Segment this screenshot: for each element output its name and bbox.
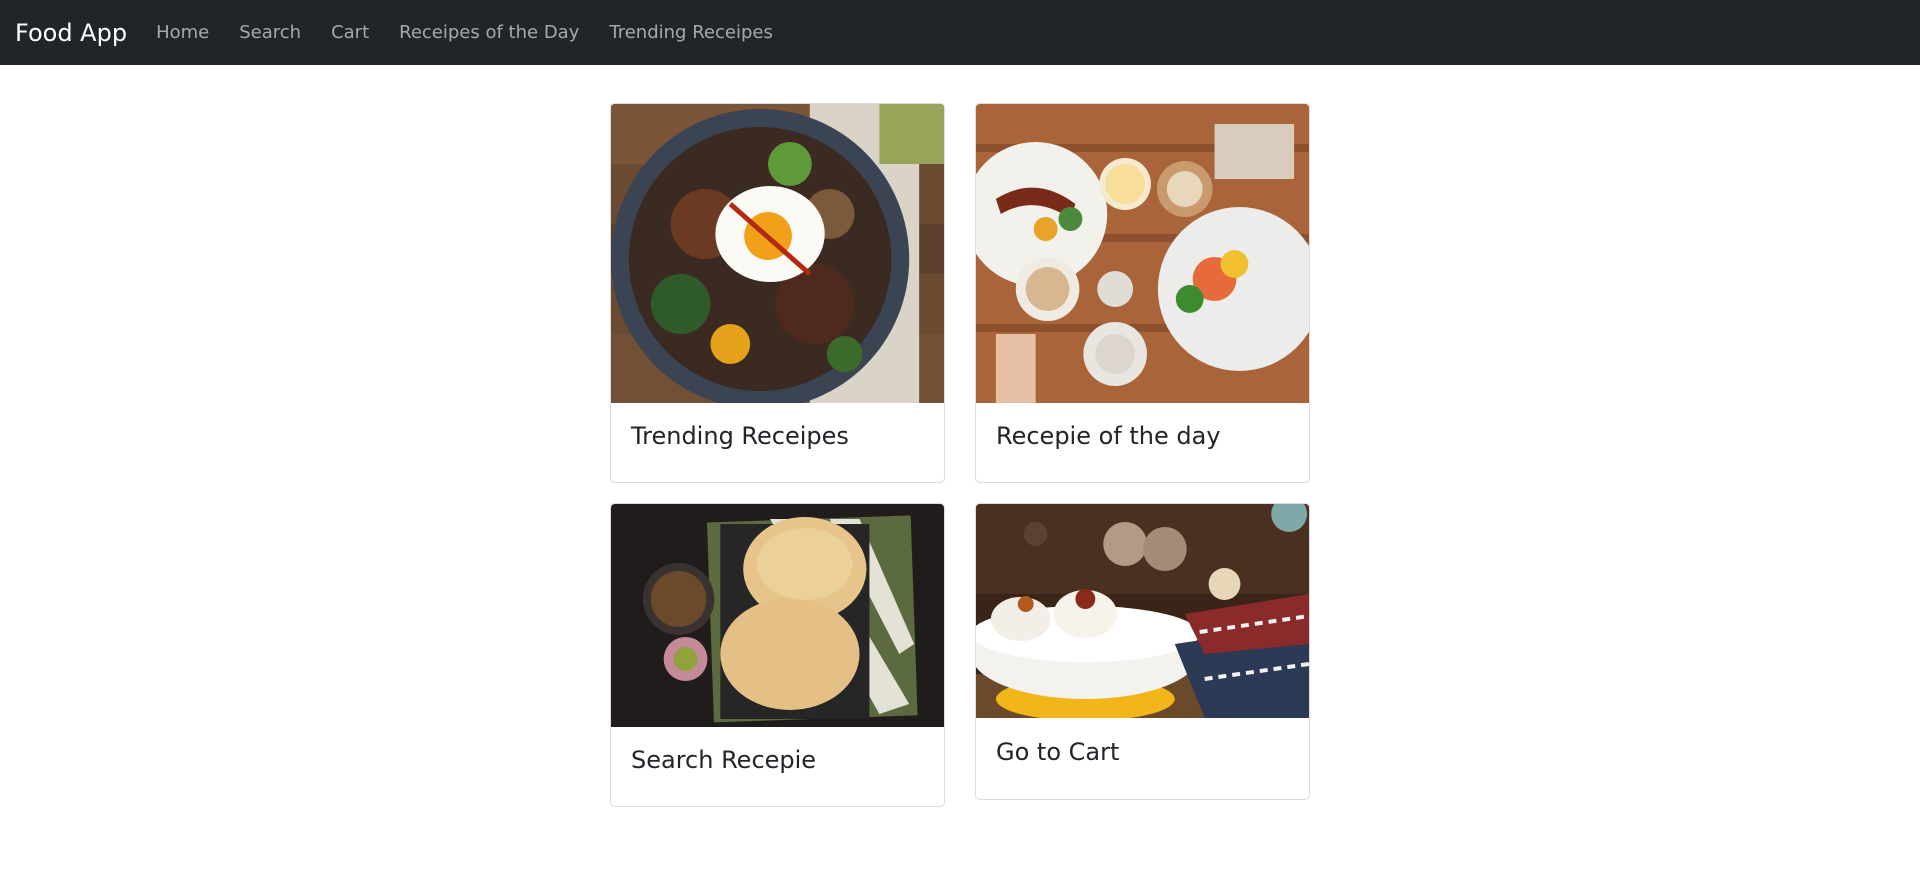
card-image-rice-bowl (611, 104, 944, 403)
card-recepie-of-the-day[interactable]: Recepie of the day (975, 103, 1310, 483)
nav-link-cart[interactable]: Cart (316, 0, 384, 65)
card-title: Search Recepie (631, 746, 817, 774)
card-title: Recepie of the day (996, 422, 1221, 450)
card-title: Trending Receipes (631, 422, 849, 450)
nav-link-trending-receipes[interactable]: Trending Receipes (594, 0, 787, 65)
card-image-dahi-puri (976, 504, 1309, 718)
card-body: Go to Cart (976, 738, 1309, 766)
card-body: Recepie of the day (976, 422, 1309, 450)
nav-link-home[interactable]: Home (141, 0, 224, 65)
card-image-chole-bhature (611, 504, 944, 727)
navbar: Food App Home Search Cart Receipes of th… (0, 0, 1920, 65)
card-body: Search Recepie (611, 746, 944, 774)
card-image-breakfast-table (976, 104, 1309, 403)
card-search-recepie[interactable]: Search Recepie (610, 503, 945, 807)
card-title: Go to Cart (996, 738, 1120, 766)
card-trending-receipes[interactable]: Trending Receipes (610, 103, 945, 483)
card-go-to-cart[interactable]: Go to Cart (975, 503, 1310, 800)
nav-link-search[interactable]: Search (224, 0, 316, 65)
nav-link-receipes-of-the-day[interactable]: Receipes of the Day (384, 0, 594, 65)
brand-logo-link[interactable]: Food App (15, 19, 127, 47)
card-body: Trending Receipes (611, 422, 944, 450)
